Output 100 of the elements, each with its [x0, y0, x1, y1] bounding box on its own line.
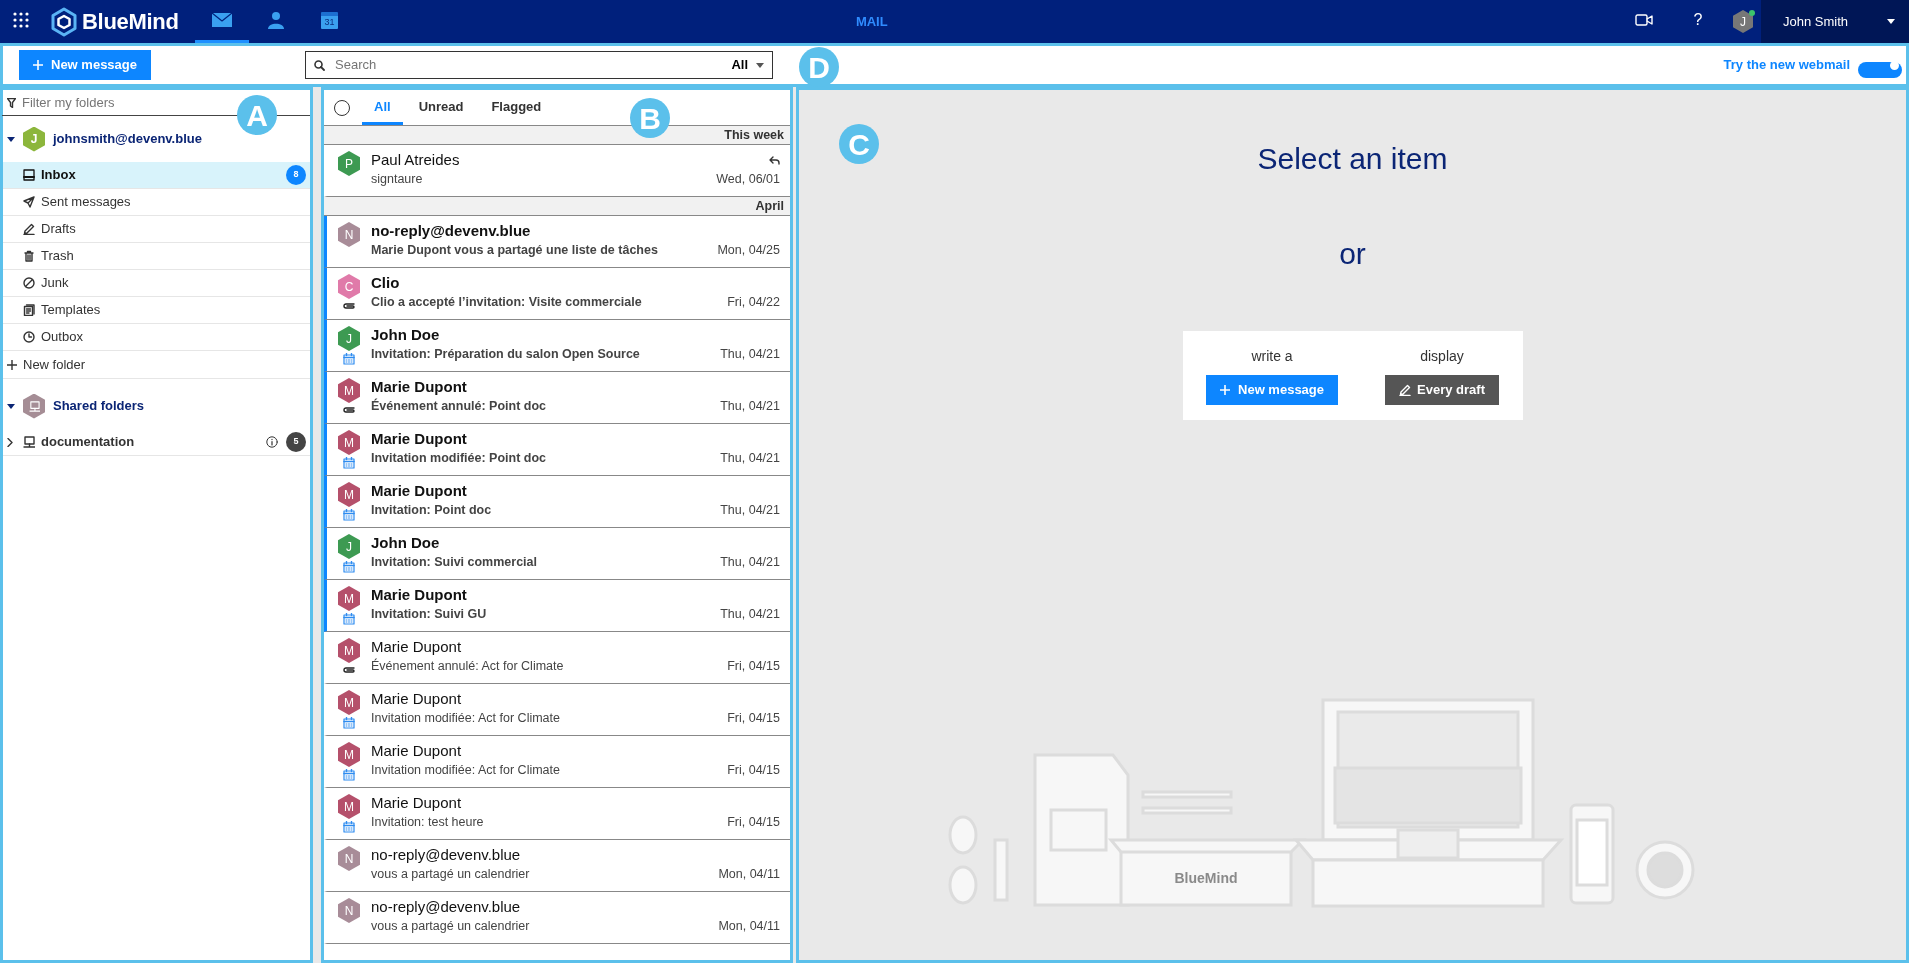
- callout-marker: A: [237, 95, 277, 135]
- folder-item[interactable]: Junk: [3, 270, 310, 297]
- monitor-icon: [28, 400, 40, 412]
- callout-marker: D: [799, 47, 839, 87]
- message-date: Fri, 04/15: [726, 762, 780, 779]
- sender-name: no-reply@devenv.blue: [371, 221, 531, 241]
- filter-tab[interactable]: Flagged: [479, 96, 554, 125]
- sender-avatar: J: [338, 534, 360, 559]
- unread-count-badge: 8: [286, 165, 306, 185]
- action-caption: display: [1420, 347, 1464, 367]
- message-item[interactable]: J John Doe Invitation: Préparation du salon Open Source Thu, 04/21: [324, 320, 790, 372]
- message-subject: Invitation: Suivi GU: [371, 606, 487, 624]
- folder-item[interactable]: Trash: [3, 243, 310, 270]
- video-camera-icon: [1635, 14, 1653, 26]
- help-button[interactable]: ?: [1671, 0, 1725, 43]
- select-all-checkbox[interactable]: [334, 100, 350, 116]
- date-group-header: April: [324, 197, 790, 216]
- sender-avatar: C: [338, 274, 360, 299]
- sender-name: Paul Atreides: [371, 150, 460, 170]
- new-webmail-link[interactable]: Try the new webmail: [1723, 55, 1850, 75]
- action-caption: write a: [1251, 347, 1293, 367]
- sender-avatar: M: [338, 794, 360, 819]
- message-subject: Invitation modifiée: Act for Climate: [371, 762, 560, 780]
- message-date: Thu, 04/21: [719, 554, 780, 571]
- folder-item[interactable]: Templates: [3, 297, 310, 324]
- sender-avatar: P: [338, 151, 360, 176]
- folder-item[interactable]: Outbox: [3, 324, 310, 351]
- sender-avatar: M: [338, 430, 360, 455]
- message-subject: signtaure: [371, 171, 423, 189]
- sender-name: Marie Dupont: [371, 689, 462, 709]
- folder-item[interactable]: Sent messages: [3, 189, 310, 216]
- logo-text: BlueMind: [82, 8, 179, 36]
- caret-icon[interactable]: [7, 402, 15, 410]
- search-field[interactable]: Search All: [305, 51, 773, 79]
- folder-item[interactable]: Drafts: [3, 216, 310, 243]
- new-folder-button[interactable]: New folder: [3, 351, 310, 379]
- plus-icon: [1220, 385, 1230, 395]
- message-date: Thu, 04/21: [719, 450, 780, 467]
- document-icon: [23, 304, 35, 316]
- paper-plane-icon: [23, 196, 35, 208]
- empty-state-title: Select an item: [1257, 141, 1448, 177]
- toggle-switch[interactable]: [1858, 62, 1902, 78]
- prohibited-icon: [23, 277, 35, 289]
- message-subject: Invitation modifiée: Act for Climate: [371, 710, 560, 728]
- sender-name: Marie Dupont: [371, 481, 467, 501]
- message-subject: Marie Dupont vous a partagé une liste de tâches: [371, 242, 658, 260]
- sender-name: no-reply@devenv.blue: [371, 897, 521, 917]
- filter-icon: [7, 98, 16, 108]
- filter-tab[interactable]: Unread: [406, 96, 476, 125]
- sender-avatar: M: [338, 690, 360, 715]
- message-subject: Invitation modifiée: Point doc: [371, 450, 546, 468]
- sender-avatar: M: [338, 742, 360, 767]
- caret-icon[interactable]: [7, 135, 15, 143]
- message-date: Mon, 04/11: [717, 866, 780, 883]
- message-item[interactable]: M Marie Dupont Invitation: Suivi GU Thu, 04/21: [324, 580, 790, 632]
- message-subject: Invitation: Point doc: [371, 502, 492, 520]
- pencil-icon: [1399, 384, 1412, 396]
- calendar-icon: [343, 561, 355, 573]
- message-item[interactable]: N no-reply@devenv.blue vous a partagé un calendrier Mon, 04/11: [324, 840, 790, 892]
- message-item[interactable]: M Marie Dupont Invitation modifiée: Act for Climate Fri, 04/15: [324, 736, 790, 788]
- new-message-button[interactable]: New message: [1206, 375, 1338, 405]
- sender-name: Marie Dupont: [371, 741, 462, 761]
- message-date: Fri, 04/15: [726, 814, 780, 831]
- sender-name: John Doe: [371, 533, 440, 553]
- new-message-button[interactable]: New message: [19, 50, 151, 80]
- every-draft-button[interactable]: Every draft: [1385, 375, 1499, 405]
- search-scope-dropdown[interactable]: All: [731, 55, 764, 75]
- sender-avatar: N: [338, 222, 360, 247]
- calendar-app-tab[interactable]: 31: [302, 0, 357, 43]
- calendar-icon: [343, 457, 355, 469]
- empty-state-or: or: [1339, 236, 1366, 272]
- message-item[interactable]: N no-reply@devenv.blue vous a partagé un calendrier Mon, 04/11: [324, 892, 790, 944]
- account-avatar: J: [23, 126, 45, 152]
- calendar-icon: [343, 769, 355, 781]
- message-item[interactable]: M Marie Dupont Invitation modifiée: Point doc Thu, 04/21: [324, 424, 790, 476]
- message-date: Fri, 04/22: [726, 294, 780, 311]
- calendar-icon: [343, 821, 355, 833]
- message-item[interactable]: M Marie Dupont Événement annulé: Act for Climate Fri, 04/15: [324, 632, 790, 684]
- message-item[interactable]: C Clio Clio a accepté l’invitation: Visite commerciale Fri, 04/22: [324, 268, 790, 320]
- message-date: Fri, 04/15: [726, 710, 780, 727]
- user-menu-button[interactable]: John Smith: [1761, 0, 1909, 43]
- box-logo-text: BlueMind: [1174, 870, 1237, 886]
- section-title: MAIL: [855, 12, 888, 31]
- message-subject: Invitation: Préparation du salon Open Source: [371, 346, 640, 364]
- account-name[interactable]: Shared folders: [53, 396, 145, 416]
- message-item[interactable]: J John Doe Invitation: Suivi commercial Thu, 04/21: [324, 528, 790, 580]
- account-name[interactable]: johnsmith@devenv.blue: [53, 129, 202, 149]
- search-icon: [314, 59, 325, 71]
- message-item[interactable]: M Marie Dupont Événement annulé: Point doc Thu, 04/21: [324, 372, 790, 424]
- folder-item[interactable]: Inbox 8: [3, 162, 310, 189]
- folder-item[interactable]: documentation 5: [3, 429, 310, 456]
- caret-icon: [756, 62, 764, 68]
- message-item[interactable]: N no-reply@devenv.blue Marie Dupont vous a partagé une liste de tâches Mon, 04/25: [324, 216, 790, 268]
- message-date: Mon, 04/11: [717, 918, 780, 935]
- message-item[interactable]: M Marie Dupont Invitation: Point doc Thu, 04/21: [324, 476, 790, 528]
- message-subject: Invitation: Suivi commercial: [371, 554, 537, 572]
- sender-avatar: M: [338, 482, 360, 507]
- message-item[interactable]: M Marie Dupont Invitation: test heure Fri, 04/15: [324, 788, 790, 840]
- message-item[interactable]: M Marie Dupont Invitation modifiée: Act for Climate Fri, 04/15: [324, 684, 790, 736]
- calendar-icon: [343, 353, 355, 365]
